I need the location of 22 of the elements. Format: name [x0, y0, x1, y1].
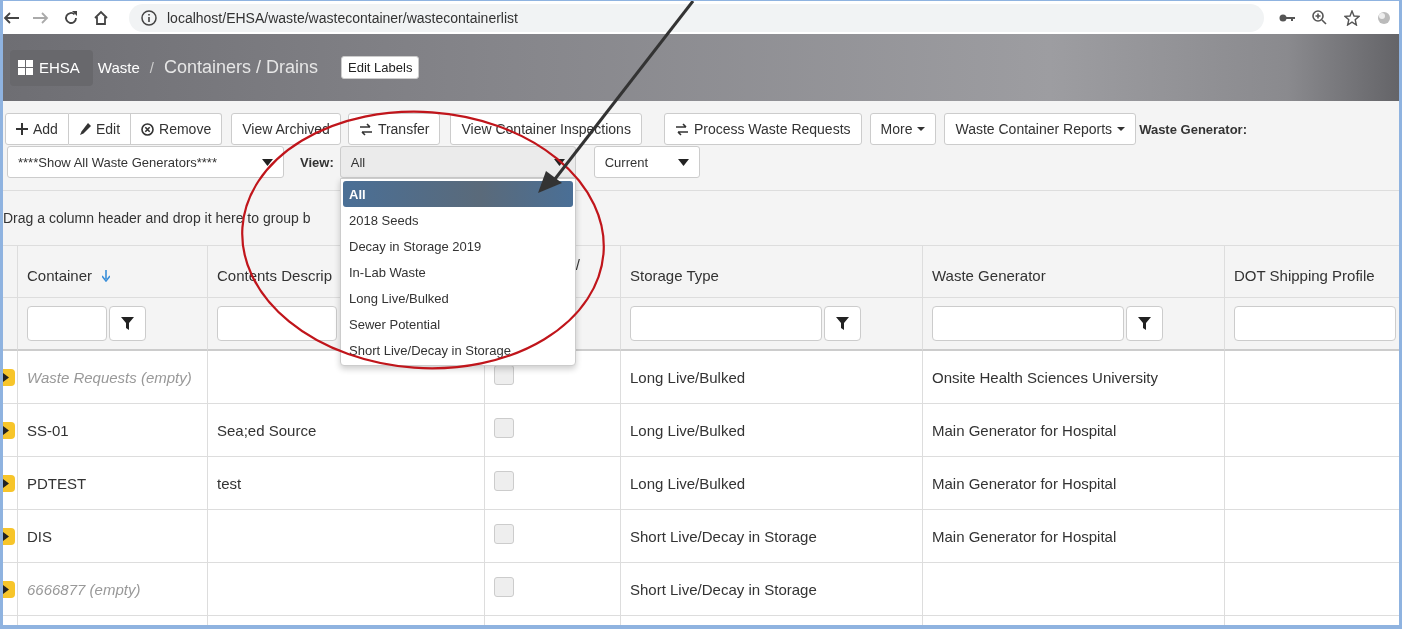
table-cell: Main Generator for Hospital: [923, 510, 1225, 563]
table-cell: SS-01: [18, 404, 208, 457]
table-cell: Sea;ed Source: [208, 404, 485, 457]
table-cell: Long Live/Bulked: [621, 457, 923, 510]
table-cell: Long Live/Bulked: [621, 404, 923, 457]
app-name: EHSA: [39, 59, 80, 76]
table-cell: Long Live/Bulked: [621, 351, 923, 404]
table-cell: Main Generator for Hospital: [923, 457, 1225, 510]
table-cell: Main Generator for Hospital: [923, 404, 1225, 457]
table-cell: Short Live/Decay in Storage: [621, 563, 923, 616]
breadcrumb-separator: /: [149, 59, 154, 76]
page-title: Containers / Drains: [164, 57, 319, 78]
field-label: Waste Generator:: [1139, 121, 1247, 137]
table-cell: 6666877 (empty): [18, 563, 208, 616]
table-cell: Waste Requests (empty): [18, 351, 208, 404]
url-text: localhost/EHSA/waste/wastecontainer/wastecontainerlist: [167, 9, 518, 26]
table-cell: test: [208, 457, 485, 510]
table-cell: PDTEST: [18, 457, 208, 510]
table-cell: Onsite Health Sciences University: [923, 351, 1225, 404]
table-cell: Short Live/Decay in Storage: [621, 510, 923, 563]
field-label: View:: [300, 154, 334, 170]
table-cell: DIS: [18, 510, 208, 563]
